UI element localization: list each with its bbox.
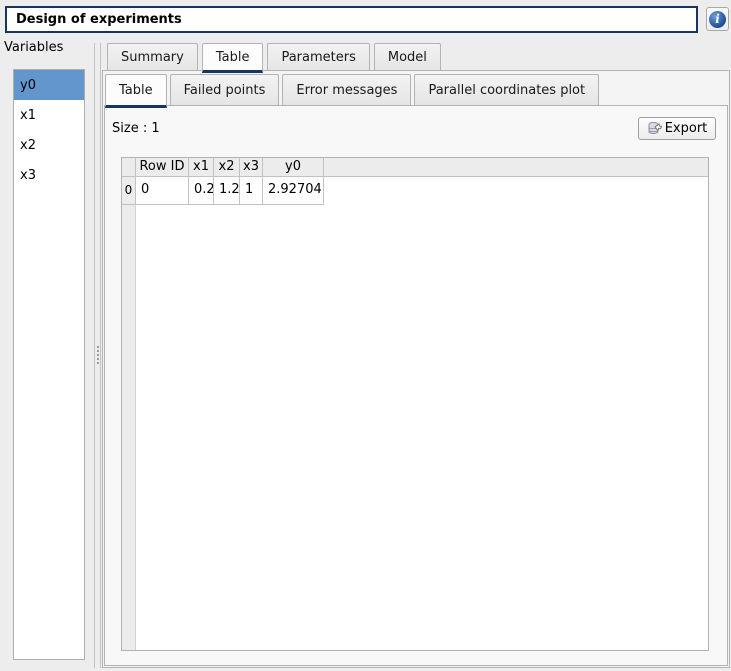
window-title-box: Design of experiments bbox=[5, 6, 698, 33]
column-header-x2[interactable]: x2 bbox=[214, 158, 240, 176]
variables-list: y0 x1 x2 x3 bbox=[13, 69, 85, 660]
cell-x2[interactable]: 1.2 bbox=[214, 177, 240, 205]
tab-parameters[interactable]: Parameters bbox=[267, 43, 369, 70]
info-icon-glyph: i bbox=[715, 13, 720, 25]
variable-item-x2[interactable]: x2 bbox=[14, 130, 84, 160]
column-header-y0[interactable]: y0 bbox=[263, 158, 324, 176]
info-button[interactable]: i bbox=[706, 7, 729, 31]
column-header-x1[interactable]: x1 bbox=[189, 158, 214, 176]
table-header-row: Row ID x1 x2 x3 y0 bbox=[122, 158, 708, 177]
table-row: 0 0 0.2 1.2 1 2.92704 bbox=[122, 177, 324, 205]
export-database-icon bbox=[647, 121, 662, 136]
variable-item-x1[interactable]: x1 bbox=[14, 100, 84, 130]
subtab-failed-points[interactable]: Failed points bbox=[170, 74, 280, 105]
row-index-cell[interactable]: 0 bbox=[122, 177, 136, 205]
tab-model[interactable]: Model bbox=[374, 43, 441, 70]
export-button[interactable]: Export bbox=[638, 117, 716, 140]
variable-item-x3[interactable]: x3 bbox=[14, 160, 84, 190]
design-of-experiments-window: Design of experiments i Variables y0 x1 … bbox=[0, 0, 731, 671]
row-header-column bbox=[122, 158, 136, 650]
export-button-label: Export bbox=[665, 121, 708, 136]
splitter-grip-icon bbox=[97, 346, 99, 364]
variable-item-y0[interactable]: y0 bbox=[14, 70, 84, 100]
data-table: Row ID x1 x2 x3 y0 0 0 0.2 1.2 1 2.92704 bbox=[121, 157, 709, 651]
variables-label: Variables bbox=[4, 40, 63, 55]
subtab-error-messages[interactable]: Error messages bbox=[282, 74, 411, 105]
size-label: Size : 1 bbox=[112, 121, 160, 136]
cell-x3[interactable]: 1 bbox=[240, 177, 263, 205]
info-icon: i bbox=[709, 11, 726, 28]
subtab-parallel-coordinates-plot[interactable]: Parallel coordinates plot bbox=[414, 74, 599, 105]
subtab-table[interactable]: Table bbox=[105, 74, 167, 108]
cell-x1[interactable]: 0.2 bbox=[189, 177, 214, 205]
cell-y0[interactable]: 2.92704 bbox=[263, 177, 324, 205]
tab-table[interactable]: Table bbox=[202, 43, 264, 73]
header-filler bbox=[324, 158, 708, 176]
column-header-row-id[interactable]: Row ID bbox=[136, 158, 189, 176]
table-sub-tab-bar: Table Failed points Error messages Paral… bbox=[105, 74, 599, 105]
cell-row-id[interactable]: 0 bbox=[136, 177, 189, 205]
table-corner-cell bbox=[122, 158, 136, 176]
column-header-x3[interactable]: x3 bbox=[240, 158, 263, 176]
window-title: Design of experiments bbox=[16, 12, 182, 27]
main-tab-bar: Summary Table Parameters Model bbox=[107, 43, 441, 70]
panel-splitter[interactable] bbox=[94, 43, 101, 668]
tab-summary[interactable]: Summary bbox=[107, 43, 198, 70]
